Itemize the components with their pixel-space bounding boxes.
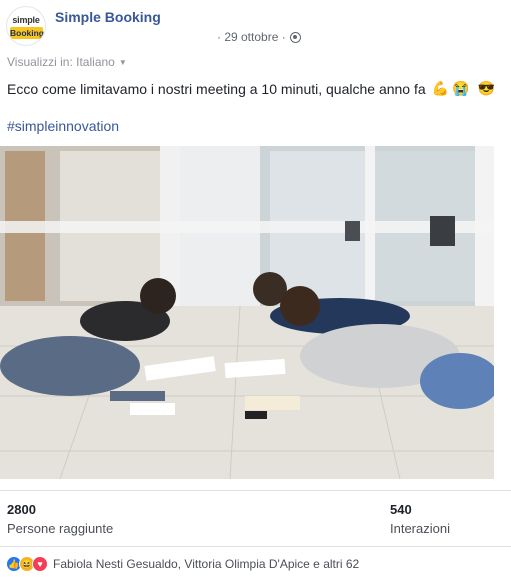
caret-down-icon: ▼ bbox=[118, 57, 127, 67]
meeting-photo-illustration bbox=[0, 146, 494, 479]
sunglasses-emoji: 😎 bbox=[477, 80, 495, 96]
love-icon: ♥ bbox=[32, 556, 48, 572]
logo-text-bottom: Booking bbox=[10, 27, 44, 39]
crying-face-emoji: 😭 bbox=[452, 80, 470, 96]
globe-icon bbox=[289, 31, 301, 43]
translation-label: Visualizzi in: Italiano bbox=[7, 55, 115, 69]
interactions-label: Interazioni bbox=[390, 521, 450, 536]
reach-value: 2800 bbox=[7, 502, 36, 517]
stats-divider-bottom bbox=[0, 546, 511, 547]
post-body: Ecco come limitavamo i nostri meeting a … bbox=[7, 80, 426, 97]
post-date[interactable]: · 29 ottobre · bbox=[217, 30, 286, 44]
post-text: Ecco come limitavamo i nostri meeting a … bbox=[7, 80, 495, 97]
facebook-post: simple Booking Simple Booking · 29 ottob… bbox=[0, 0, 511, 582]
reach-label: Persone raggiunte bbox=[7, 521, 114, 536]
reactions-bar[interactable]: 👍 😆 ♥ Fabiola Nesti Gesualdo, Vittoria O… bbox=[6, 556, 359, 572]
page-name-link[interactable]: Simple Booking bbox=[55, 9, 161, 25]
flexed-biceps-emoji: 💪 bbox=[431, 80, 450, 96]
post-meta: · 29 ottobre · bbox=[217, 30, 301, 44]
reactors-text[interactable]: Fabiola Nesti Gesualdo, Vittoria Olimpia… bbox=[53, 557, 359, 571]
hashtag-link[interactable]: #simpleinnovation bbox=[7, 118, 119, 134]
logo-text-top: simple bbox=[12, 15, 40, 25]
stats-divider-top bbox=[0, 490, 511, 491]
page-avatar[interactable]: simple Booking bbox=[6, 6, 46, 46]
post-photo[interactable] bbox=[0, 146, 494, 479]
translation-selector[interactable]: Visualizzi in: Italiano ▼ bbox=[7, 55, 127, 69]
interactions-value: 540 bbox=[390, 502, 412, 517]
